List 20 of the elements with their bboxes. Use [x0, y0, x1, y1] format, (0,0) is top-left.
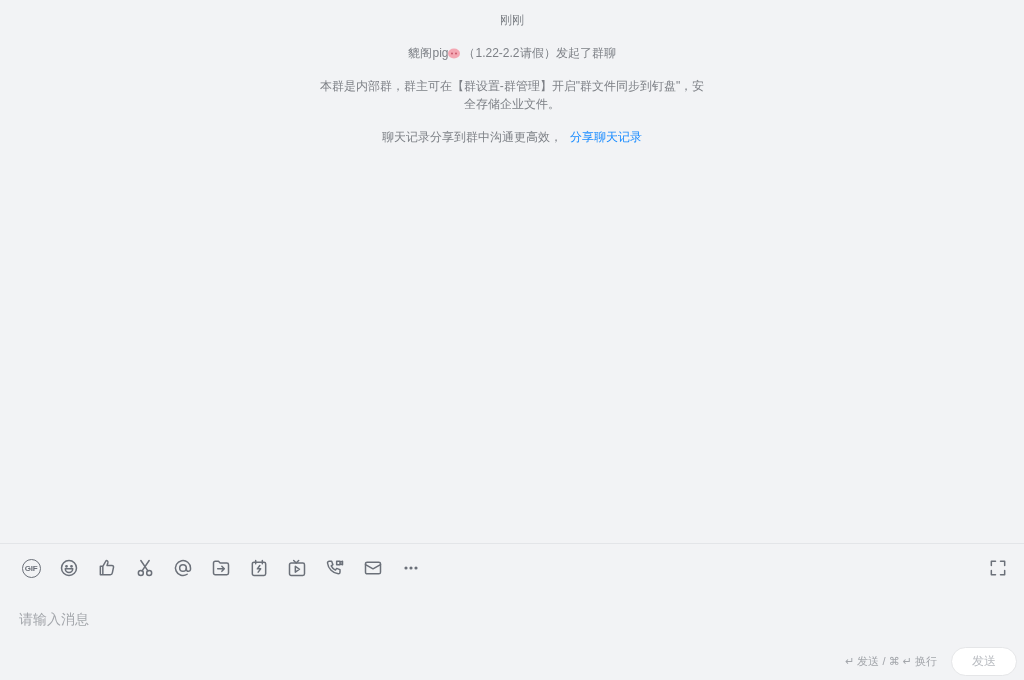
scissors-icon[interactable]	[135, 558, 155, 578]
message-input[interactable]: 请输入消息	[12, 591, 1017, 647]
flash-calendar-icon[interactable]	[249, 558, 269, 578]
timestamp: 刚刚	[500, 12, 524, 29]
system-message: 貔阁pig	[408, 46, 449, 60]
phone-video-icon[interactable]	[325, 558, 345, 578]
tv-play-icon[interactable]	[287, 558, 307, 578]
share-hint: 聊天记录分享到群中沟通更高效，	[382, 130, 562, 144]
mail-icon[interactable]	[363, 558, 383, 578]
emoji-icon[interactable]	[59, 558, 79, 578]
at-icon[interactable]	[173, 558, 193, 578]
system-notice: 本群是内部群，群主可在【群设置-群管理】开启"群文件同步到钉盘"，安全存储企业文件。	[318, 78, 706, 113]
pig-nose-icon	[448, 48, 461, 59]
send-button[interactable]: 发送	[951, 647, 1017, 676]
folder-arrow-icon[interactable]	[211, 558, 231, 578]
shortcut-hint: ↵ 发送 / ⌘ ↵ 换行	[845, 654, 937, 669]
share-chat-link[interactable]: 分享聊天记录	[570, 130, 642, 144]
system-message: （1.22-2.2请假）发起了群聊	[463, 46, 616, 60]
expand-icon[interactable]	[988, 558, 1008, 578]
thumbs-up-icon[interactable]	[97, 558, 117, 578]
